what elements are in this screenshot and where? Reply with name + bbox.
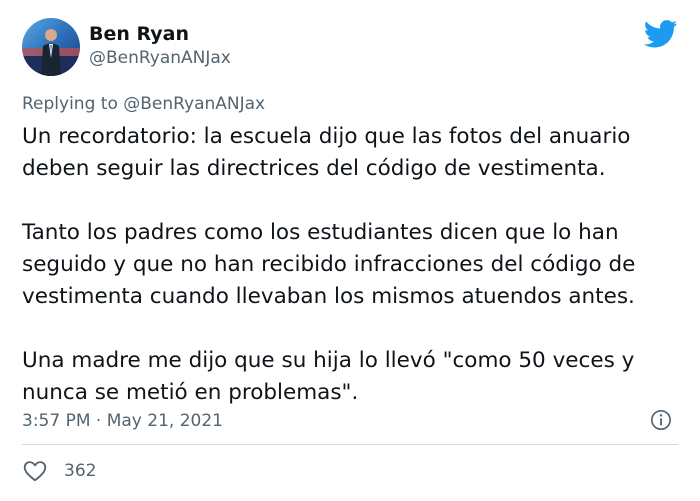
tweet-timestamp[interactable]: 3:57 PM · May 21, 2021	[22, 410, 223, 432]
divider	[22, 444, 678, 445]
reply-mention-link[interactable]: @BenRyanANJax	[123, 94, 265, 114]
replying-prefix: Replying to	[22, 94, 124, 114]
like-button[interactable]: 362	[22, 458, 96, 484]
tweet-paragraph: Tanto los padres como los estudiantes di…	[22, 220, 636, 309]
info-icon[interactable]	[650, 409, 672, 431]
twitter-bird-icon[interactable]	[644, 20, 678, 48]
display-name[interactable]: Ben Ryan	[89, 22, 189, 46]
tweet-card: Ben Ryan @BenRyanANJax Replying to @BenR…	[0, 0, 700, 501]
tweet-paragraph: Una madre me dijo que su hija lo llevó "…	[22, 348, 635, 405]
heart-icon	[23, 461, 47, 482]
tweet-time: 3:57 PM	[22, 411, 91, 431]
avatar[interactable]	[22, 18, 80, 76]
tweet-paragraph: Un recordatorio: la escuela dijo que las…	[22, 124, 631, 181]
tweet-text: Un recordatorio: la escuela dijo que las…	[22, 121, 686, 409]
tweet-date: May 21, 2021	[106, 411, 223, 431]
replying-to: Replying to @BenRyanANJax	[22, 93, 265, 115]
user-handle[interactable]: @BenRyanANJax	[89, 47, 231, 69]
like-count: 362	[64, 461, 97, 481]
meta-separator: ·	[90, 411, 107, 431]
